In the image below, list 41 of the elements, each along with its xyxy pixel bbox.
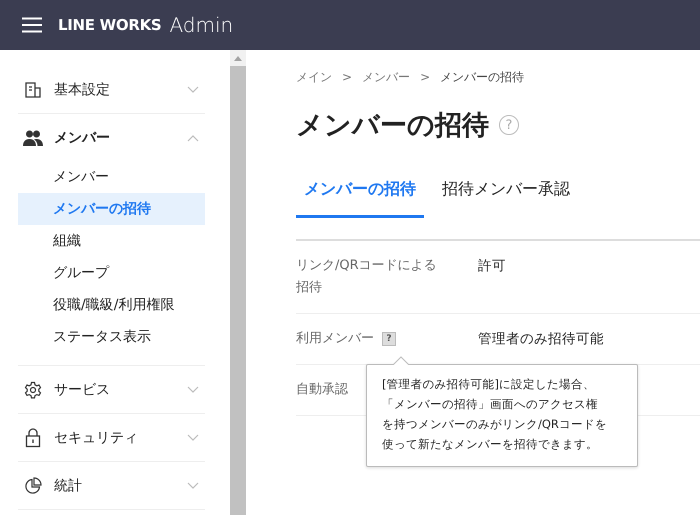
chevron-icon	[187, 434, 199, 442]
nav-section[interactable]: セキュリティ	[18, 414, 205, 461]
nav-section[interactable]: 基本設定	[18, 66, 205, 113]
chevron-icon	[187, 386, 199, 394]
help-icon[interactable]: ?	[382, 332, 396, 346]
nav-item[interactable]: 組織	[18, 225, 205, 257]
setting-value: 管理者のみ招待可能	[477, 330, 604, 349]
nav-section[interactable]: メンバー	[18, 114, 205, 161]
nav-item[interactable]: ステータス表示	[18, 321, 205, 353]
tab[interactable]: 招待メンバー承認	[434, 171, 578, 218]
setting-label: リンク/QRコードによる招待	[296, 257, 438, 297]
scrollbar[interactable]	[230, 50, 246, 515]
setting-value: 許可	[477, 257, 506, 276]
building-icon	[24, 80, 42, 98]
pie-chart-icon	[24, 476, 42, 494]
gear-icon	[24, 380, 42, 398]
menu-icon[interactable]	[22, 17, 42, 33]
nav-section[interactable]: サービス	[18, 366, 205, 413]
product-name: Admin	[169, 13, 234, 37]
nav-section[interactable]: 統計	[18, 462, 205, 509]
setting-label: 自動承認	[296, 381, 348, 399]
nav-item[interactable]: 役職/職級/利用権限	[18, 289, 205, 321]
nav-item[interactable]: グループ	[18, 257, 205, 289]
tooltip: [管理者のみ招待可能]に設定した場合、「メンバーの招待」画面へのアクセス権を持つメンバーのみがリンク/QRコードを使って新たなメンバーを招待できます。	[366, 364, 638, 467]
breadcrumb-link[interactable]: メンバー	[362, 68, 410, 86]
breadcrumb-separator: >	[420, 70, 430, 84]
scroll-up-icon[interactable]	[234, 56, 242, 60]
breadcrumb-separator: >	[342, 70, 352, 84]
chevron-icon	[187, 482, 199, 490]
page-title: メンバーの招待	[296, 109, 489, 143]
setting-label: 利用メンバー	[296, 330, 374, 348]
chevron-icon	[187, 86, 199, 94]
breadcrumb-link[interactable]: メイン	[296, 68, 332, 86]
tab[interactable]: メンバーの招待	[296, 171, 424, 218]
nav-item[interactable]: メンバーの招待	[18, 193, 205, 225]
people-icon	[23, 128, 43, 146]
nav-item[interactable]: メンバー	[18, 161, 205, 193]
brand-logo: LINE WORKS	[58, 16, 162, 34]
tooltip-pointer	[393, 356, 409, 365]
chevron-icon	[187, 134, 199, 142]
lock-icon	[24, 428, 42, 448]
